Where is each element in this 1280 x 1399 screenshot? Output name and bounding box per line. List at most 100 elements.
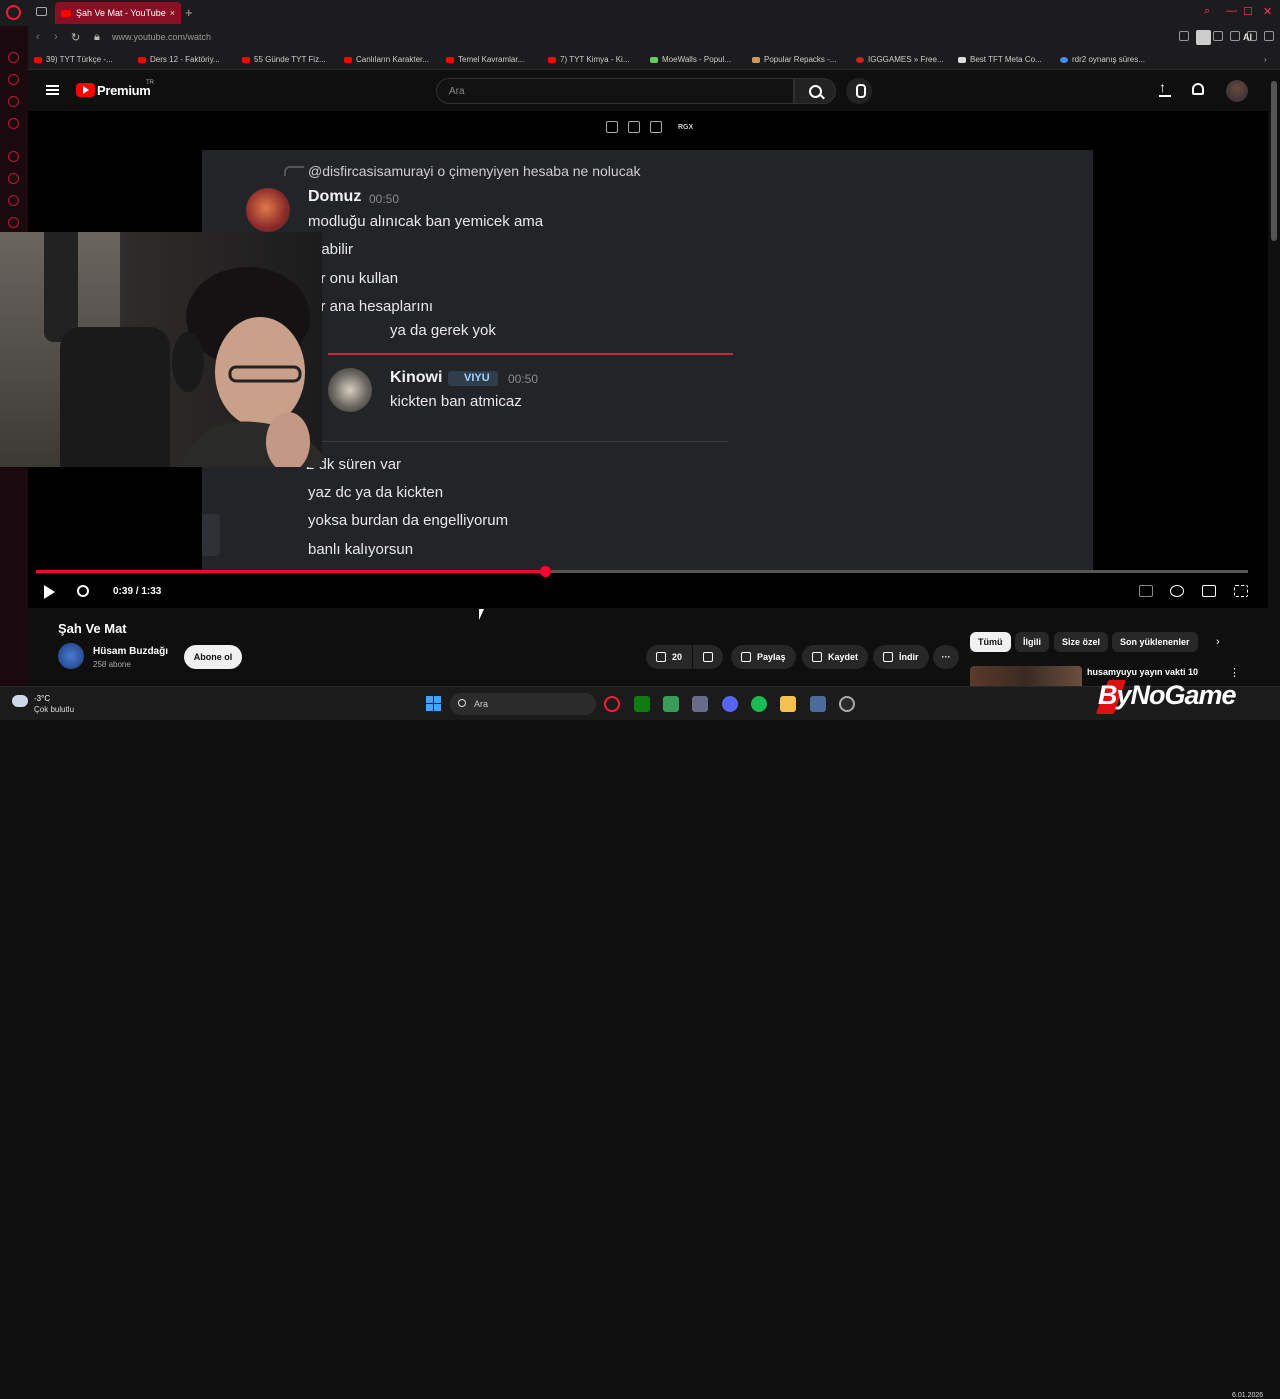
rgx-button[interactable]: RGX <box>678 124 693 131</box>
subtitles-icon[interactable] <box>1139 585 1153 597</box>
shield-icon[interactable] <box>1213 31 1223 41</box>
bookmark-item[interactable]: Temel Kavramlar... <box>446 55 524 64</box>
opera-logo-icon[interactable] <box>6 5 21 20</box>
channel-name[interactable]: Hüsam Buzdağı <box>93 646 168 657</box>
sidebar-settings-icon[interactable] <box>8 217 19 228</box>
sidebar-instagram-icon[interactable] <box>8 118 19 129</box>
voice-search-button[interactable] <box>846 78 872 104</box>
tabs-overview-icon[interactable] <box>36 7 47 16</box>
search-button[interactable] <box>794 78 836 104</box>
spotify-app-icon[interactable] <box>751 696 767 712</box>
search-input[interactable]: Ara <box>436 78 794 104</box>
chip-for-you[interactable]: Size özel <box>1054 632 1109 652</box>
maximize-icon[interactable]: ☐ <box>1243 5 1253 18</box>
game-app-icon[interactable] <box>663 696 679 712</box>
avatar <box>328 368 372 412</box>
close-tab-icon[interactable]: × <box>170 8 175 18</box>
back-icon[interactable]: ‹ <box>36 31 40 43</box>
bookmark-item[interactable]: 39) TYT Türkçe -... <box>34 55 113 64</box>
reload-icon[interactable]: ↻ <box>71 31 80 44</box>
page-scrollbar[interactable] <box>1268 71 1280 686</box>
notifications-bell-icon[interactable] <box>1192 83 1204 95</box>
sidebar-player-icon[interactable] <box>8 151 19 162</box>
minimize-icon[interactable]: — <box>1226 5 1237 17</box>
download-icon[interactable] <box>1230 31 1240 41</box>
active-tab[interactable]: Şah Ve Mat - YouTube × <box>55 2 181 24</box>
user-avatar[interactable] <box>1226 80 1248 102</box>
menu-icon[interactable] <box>46 85 59 95</box>
pin-icon[interactable] <box>1179 31 1189 41</box>
bookmark-item[interactable]: IGGGAMES » Free... <box>856 55 944 64</box>
taskbar-search[interactable]: Ara <box>450 693 596 715</box>
youtube-logo-icon[interactable] <box>76 83 95 97</box>
subscribe-button[interactable]: Abone ol <box>184 645 242 669</box>
dislike-button[interactable] <box>693 645 723 669</box>
message-line: ya da gerek yok <box>390 322 496 339</box>
close-window-icon[interactable]: ✕ <box>1263 5 1272 18</box>
more-actions-button[interactable]: ··· <box>933 645 959 669</box>
theater-mode-icon[interactable] <box>1202 585 1216 597</box>
start-menu-icon[interactable] <box>426 696 441 711</box>
download-button[interactable]: İndir <box>873 645 929 669</box>
bookmark-item[interactable]: MoeWalls - Popul... <box>650 55 731 64</box>
save-button[interactable]: Kaydet <box>802 645 869 669</box>
chip-related[interactable]: İlgili <box>1015 632 1049 652</box>
recommendation-title[interactable]: husamyuyu yayın vakti 10 <box>1087 667 1198 677</box>
popout-icon[interactable] <box>628 121 640 133</box>
share-button[interactable]: Paylaş <box>731 645 796 669</box>
bookmark-item[interactable]: Popular Repacks -... <box>752 55 836 64</box>
xbox-app-icon[interactable] <box>634 696 650 712</box>
more-options-icon[interactable]: ⋮ <box>1229 666 1240 679</box>
bookmark-item[interactable]: Ders 12 - Faktöriy... <box>138 55 220 64</box>
progress-bar[interactable] <box>36 566 1248 577</box>
skip-icon[interactable] <box>650 121 662 133</box>
scrollbar-thumb[interactable] <box>1271 81 1277 241</box>
chevron-right-icon[interactable]: › <box>1216 636 1220 648</box>
aria-ai-button[interactable]: AI <box>1243 32 1252 42</box>
search-icon <box>458 699 466 707</box>
settings-app-icon[interactable] <box>692 696 708 712</box>
sidebar-history-icon[interactable] <box>8 173 19 184</box>
settings-gear-icon[interactable] <box>1170 585 1184 597</box>
pip-icon[interactable] <box>606 121 618 133</box>
region-code: TR <box>146 80 154 86</box>
file-explorer-icon[interactable] <box>780 696 796 712</box>
channel-avatar[interactable] <box>58 643 84 669</box>
bookmark-item[interactable]: 7) TYT Kimya - Ki... <box>548 55 630 64</box>
bookmark-item[interactable]: rdr2 oynanış süres... <box>1060 55 1145 64</box>
new-tab-icon[interactable]: + <box>185 5 193 20</box>
bookmark-item[interactable]: Canlıların Karakter... <box>344 55 429 64</box>
reply-connector <box>284 166 304 176</box>
progress-scrubber[interactable] <box>540 566 552 577</box>
forward-icon[interactable]: › <box>54 31 58 43</box>
like-button[interactable]: 20 <box>646 645 692 669</box>
steam-app-icon[interactable] <box>810 696 826 712</box>
message-line: ter ana hesaplarını <box>308 298 434 315</box>
bookmark-item[interactable]: Best TFT Meta Co... <box>958 55 1042 64</box>
discord-app-icon[interactable] <box>722 696 738 712</box>
sidebar-messenger-icon[interactable] <box>8 96 19 107</box>
subscriber-count: 258 abone <box>93 660 131 669</box>
youtube-favicon-icon <box>61 9 71 17</box>
profile-avatar[interactable] <box>1196 30 1211 45</box>
sidebar-bag-icon[interactable] <box>8 74 19 85</box>
recommendation-thumbnail[interactable] <box>970 666 1082 686</box>
play-button[interactable] <box>44 585 55 599</box>
cloud-icon[interactable] <box>12 695 28 707</box>
bookmarks-more-icon[interactable]: › <box>1264 55 1267 64</box>
sidebar-extensions-icon[interactable] <box>8 195 19 206</box>
chip-recent[interactable]: Son yüklenenler <box>1112 632 1198 652</box>
chip-all[interactable]: Tümü <box>970 632 1011 652</box>
heart-icon[interactable] <box>1264 31 1274 41</box>
volume-icon[interactable] <box>77 585 89 597</box>
premium-logo-text[interactable]: Premium <box>97 83 151 98</box>
windows-taskbar: -3°C Çok bulutlu Ara 6.01.2026 <box>0 686 1280 1399</box>
chrome-app-icon[interactable] <box>839 696 855 712</box>
opera-app-icon[interactable] <box>604 696 620 712</box>
bookmark-item[interactable]: 55 Günde TYT Fiz... <box>242 55 326 64</box>
sidebar-refresh-icon[interactable] <box>8 52 19 63</box>
fullscreen-icon[interactable] <box>1234 585 1248 597</box>
search-icon[interactable]: ⌕ <box>1204 5 1210 18</box>
upload-icon[interactable] <box>1159 79 1171 97</box>
url-field[interactable]: www.youtube.com/watch <box>112 32 211 42</box>
